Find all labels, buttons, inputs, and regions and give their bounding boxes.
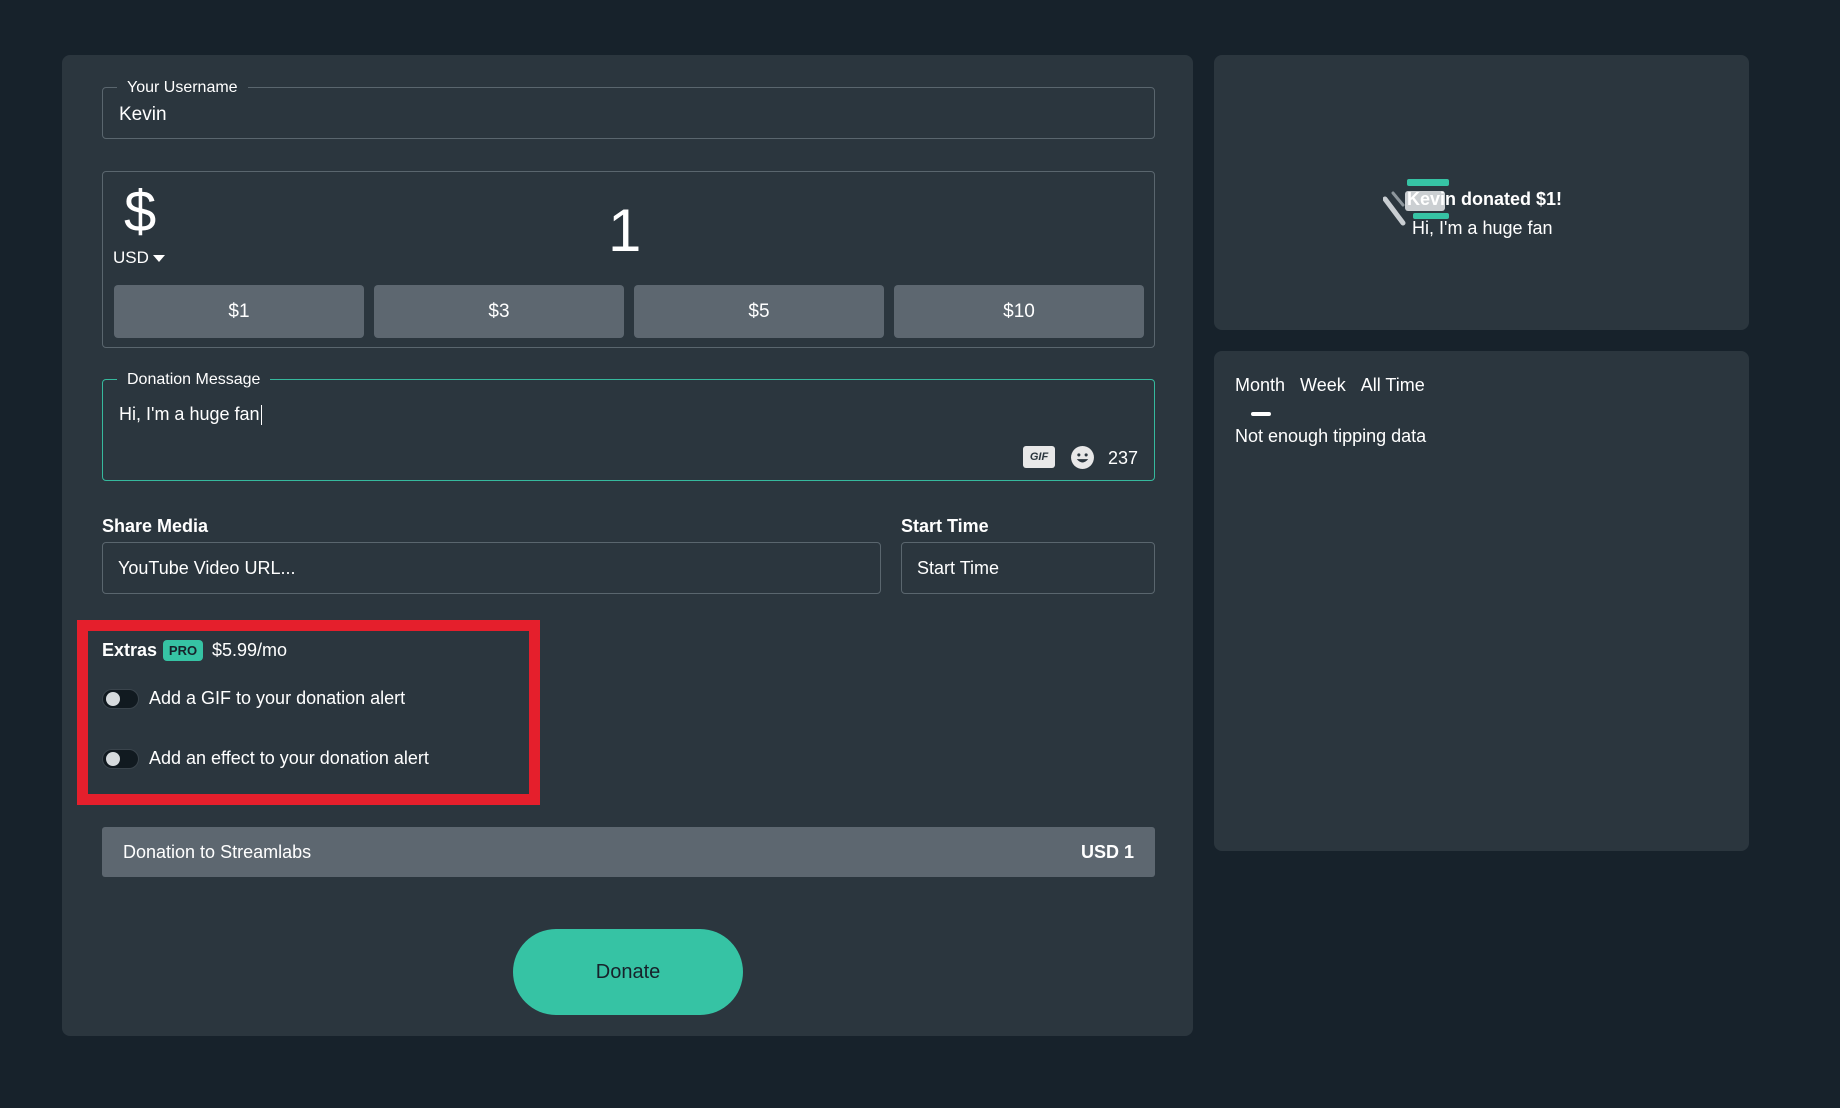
start-time-label: Start Time bbox=[901, 516, 989, 536]
caret-down-icon bbox=[152, 254, 165, 262]
currency-symbol: $ bbox=[124, 179, 157, 244]
gif-alert-label: Add a GIF to your donation alert bbox=[149, 688, 406, 708]
alert-title-suffix: donated $1! bbox=[1456, 189, 1563, 209]
preset-amount-button[interactable]: $3 bbox=[374, 285, 624, 338]
donate-button[interactable]: Donate bbox=[513, 929, 743, 1015]
donation-message-input[interactable]: Hi, I'm a huge fan bbox=[119, 404, 262, 426]
preset-amount-button[interactable]: $10 bbox=[894, 285, 1144, 338]
username-label: Your Username bbox=[117, 78, 248, 98]
effect-alert-toggle[interactable] bbox=[102, 748, 139, 769]
emoji-icon[interactable] bbox=[1070, 445, 1095, 470]
leaderboard-tabs: Month Week All Time bbox=[1235, 375, 1425, 396]
gif-alert-toggle[interactable] bbox=[102, 688, 139, 709]
start-time-input[interactable]: Start Time bbox=[901, 542, 1155, 594]
donation-summary: Donation to Streamlabs USD 1 bbox=[102, 827, 1155, 877]
leaderboard-panel: Month Week All Time Not enough tipping d… bbox=[1214, 351, 1749, 851]
username-value[interactable]: Kevin bbox=[119, 104, 167, 126]
gif-icon[interactable]: GIF bbox=[1023, 446, 1055, 468]
donation-message-label: Donation Message bbox=[117, 370, 271, 390]
extras-title: Extras bbox=[102, 640, 158, 660]
currency-dropdown[interactable]: USD bbox=[113, 248, 165, 268]
toggle-knob bbox=[106, 691, 120, 706]
amount-input[interactable]: 1 bbox=[608, 194, 648, 268]
tab-week[interactable]: Week bbox=[1300, 375, 1346, 396]
pro-price: $5.99/mo bbox=[212, 640, 288, 660]
pro-badge: PRO bbox=[163, 640, 203, 661]
effect-alert-label: Add an effect to your donation alert bbox=[149, 748, 429, 768]
character-count: 237 bbox=[1108, 448, 1139, 468]
message-text: Hi, I'm a huge fan bbox=[119, 404, 260, 424]
toggle-knob bbox=[106, 751, 120, 766]
donation-message-field[interactable]: Donation Message Hi, I'm a huge fan GIF … bbox=[102, 370, 1155, 481]
gif-alert-toggle-row[interactable]: Add a GIF to your donation alert bbox=[102, 688, 405, 709]
currency-value: USD bbox=[113, 248, 149, 267]
summary-total: USD 1 bbox=[1080, 842, 1134, 862]
summary-label: Donation to Streamlabs bbox=[123, 842, 312, 862]
alert-donor-name: Kevin bbox=[1407, 189, 1457, 209]
share-media-label: Share Media bbox=[102, 516, 209, 536]
preset-amount-button[interactable]: $5 bbox=[634, 285, 884, 338]
amount-box: $ USD 1 $1 $3 $5 $10 bbox=[102, 171, 1155, 348]
alert-message: Hi, I'm a huge fan bbox=[1412, 218, 1553, 238]
text-cursor bbox=[260, 405, 262, 426]
effect-alert-toggle-row[interactable]: Add an effect to your donation alert bbox=[102, 748, 429, 769]
tab-month[interactable]: Month bbox=[1235, 375, 1285, 396]
leaderboard-empty-text: Not enough tipping data bbox=[1235, 426, 1427, 446]
share-media-input[interactable]: YouTube Video URL... bbox=[102, 542, 881, 594]
tab-all-time[interactable]: All Time bbox=[1361, 375, 1425, 396]
donation-form-panel: Your Username Kevin $ USD 1 $1 $3 $5 $10… bbox=[62, 55, 1193, 1036]
active-tab-indicator bbox=[1251, 412, 1271, 416]
preset-amount-button[interactable]: $1 bbox=[114, 285, 364, 338]
alert-preview-panel: Kevin donated $1! Hi, I'm a huge fan bbox=[1214, 55, 1749, 330]
username-field[interactable]: Your Username Kevin bbox=[102, 78, 1155, 139]
alert-title: Kevin donated $1! bbox=[1407, 189, 1562, 210]
